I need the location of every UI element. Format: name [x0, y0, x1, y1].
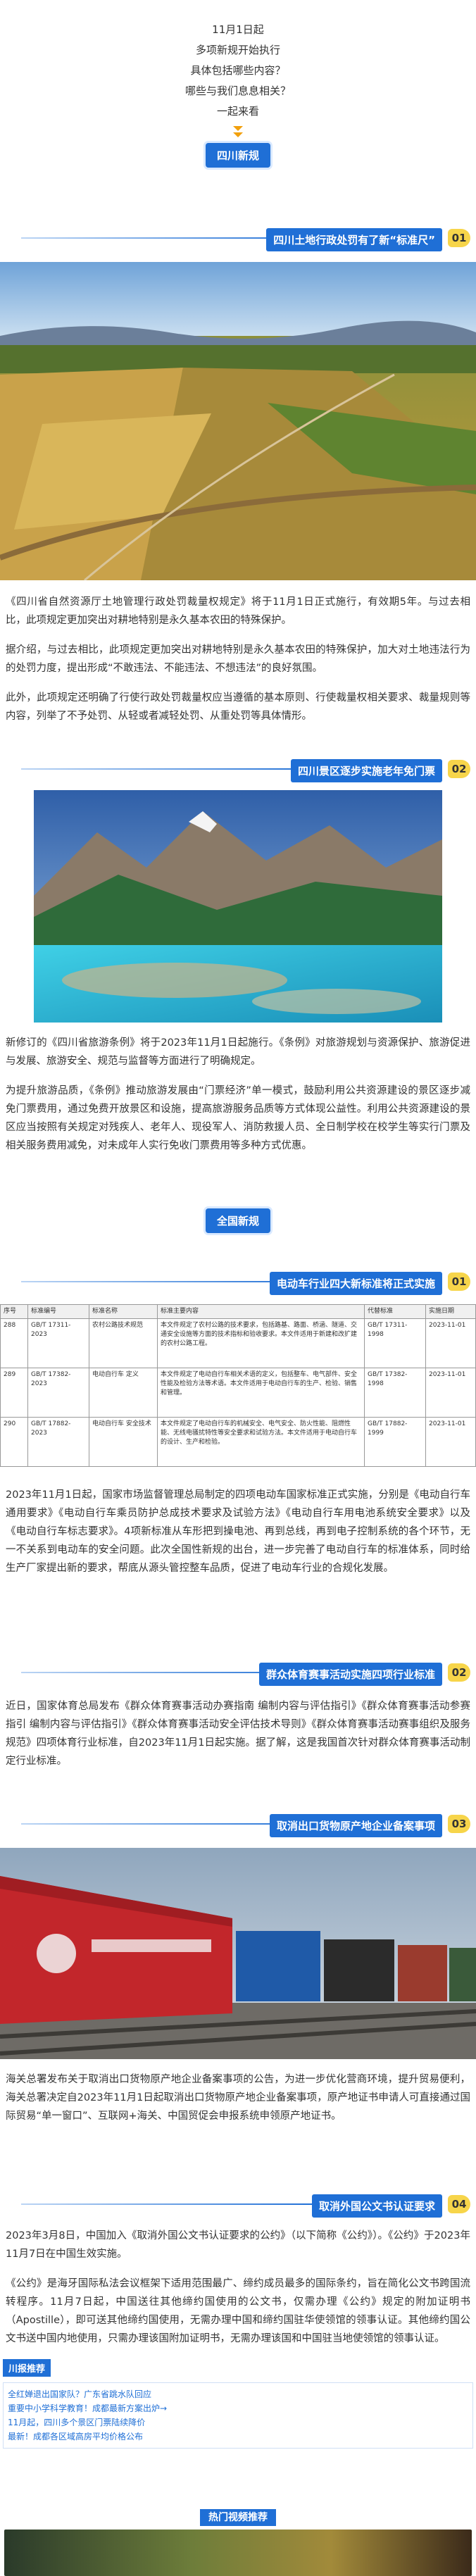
- table-header: 代替标准: [364, 1304, 426, 1319]
- section-header-land: 四川土地行政处罚有了新“标准尺” 01: [0, 224, 476, 252]
- double-chevron-down-icon: [231, 126, 245, 137]
- table-cell: 2023-11-01: [425, 1417, 476, 1467]
- recommend-box: 川报推荐 全红婵退出国家队？广东省跳水队回应 重要中小学科学教育！成都最新方案出…: [0, 2359, 476, 2486]
- video-box: 热门视频推荐: [0, 2507, 476, 2576]
- section-number-badge: 01: [448, 229, 470, 247]
- table-header: 标准主要内容: [157, 1304, 365, 1319]
- video-header: 热门视频推荐: [200, 2509, 276, 2526]
- section-title: 四川景区逐步实施老年免门票: [290, 759, 442, 782]
- intro-line: 11月1日起: [212, 23, 264, 36]
- paragraph: 为提升旅游品质，《条例》推动旅游发展由“门票经济”单一模式，鼓励利用公共资源建设…: [6, 1085, 470, 1151]
- section-header-apostille: 取消外国公文书认证要求 04: [0, 2190, 476, 2218]
- table-row: 290 GB/T 17882-2023 电动自行车 安全技术 本文件规定了电动自…: [0, 1417, 476, 1467]
- section-body: 近日，国家体育总局发布《群众体育赛事活动办赛指南 编制内容与评估指引》《群众体育…: [0, 1697, 476, 1782]
- sichuan-rules-pill: 四川新规: [205, 143, 270, 168]
- paragraph: 海关总署发布关于取消出口货物原产地企业备案事项的公告，为进一步优化营商环境，提升…: [6, 2074, 470, 2122]
- table-cell: 288: [0, 1318, 28, 1368]
- table-header: 标准编号: [27, 1304, 89, 1319]
- recommend-link[interactable]: 11月起，四川多个景区门票陆续降价: [8, 2415, 468, 2430]
- section-body: 2023年11月1日起，国家市场监督管理总局制定的四项电动车国家标准正式实施，分…: [0, 1486, 476, 1589]
- table-cell: 2023-11-01: [425, 1368, 476, 1418]
- section-number-badge: 04: [448, 2195, 470, 2213]
- table-header: 实施日期: [425, 1304, 476, 1319]
- section-body: 新修订的《四川省旅游条例》将于2023年11月1日起施行。《条例》对旅游规划与资…: [0, 1034, 476, 1166]
- section-title: 电动车行业四大新标准将正式实施: [269, 1272, 442, 1295]
- paragraph: 此外，此项规定还明确了行使行政处罚裁量权应当遵循的基本原则、行使裁量权相关要求、…: [6, 692, 470, 722]
- table-cell: 本文件规定了农村公路的技术要求，包括路基、路面、桥涵、隧道、交通安全设施等方面的…: [157, 1318, 365, 1368]
- intro-line: 哪些与我们息息相关？: [184, 85, 291, 97]
- table-cell: 本文件规定了电动自行车的机械安全、电气安全、防火性能、阻燃性能、无线电骚扰特性等…: [157, 1417, 365, 1467]
- table-row: 289 GB/T 17382-2023 电动自行车 定义 本文件规定了电动自行车…: [0, 1368, 476, 1418]
- section-title: 取消出口货物原产地企业备案事项: [269, 1814, 442, 1837]
- section-number-badge: 01: [448, 1273, 470, 1291]
- table-row: 288 GB/T 17311-2023 农村公路技术规范 本文件规定了农村公路的…: [0, 1318, 476, 1368]
- table-cell: 电动自行车 安全技术: [89, 1417, 158, 1467]
- paragraph: 《公约》是海牙国际私法会议框架下适用范围最广、缔约成员最多的国际条约，旨在简化公…: [6, 2278, 470, 2344]
- table-cell: GB/T 17382-1998: [364, 1368, 426, 1418]
- section-header-origin: 取消出口货物原产地企业备案事项 03: [0, 1810, 476, 1838]
- table-cell: GB/T 17882-2023: [27, 1417, 89, 1467]
- recommend-link[interactable]: 全红婵退出国家队？广东省跳水队回应: [8, 2387, 468, 2401]
- table-cell: 290: [0, 1417, 28, 1467]
- recommend-tag: 川报推荐: [3, 2359, 51, 2377]
- paragraph: 2023年3月8日，中国加入《取消外国公文书认证要求的公约》（以下简称《公约》）…: [6, 2230, 470, 2260]
- video-thumbnail[interactable]: [4, 2530, 472, 2576]
- paragraph: 《四川省自然资源厅土地管理行政处罚裁量权规定》将于11月1日正式施行，有效期5年…: [6, 596, 470, 626]
- section-title: 四川土地行政处罚有了新“标准尺”: [266, 228, 442, 251]
- section-title: 取消外国公文书认证要求: [311, 2194, 442, 2218]
- section-header-sports: 群众体育赛事活动实施四项行业标准 02: [0, 1658, 476, 1687]
- recommend-link[interactable]: 重要中小学科学教育！成都最新方案出炉→: [8, 2401, 468, 2415]
- table-cell: GB/T 17882-1999: [364, 1417, 426, 1467]
- standards-table-image: 序号 标准编号 标准名称 标准主要内容 代替标准 实施日期 288 GB/T 1…: [0, 1304, 476, 1477]
- table-header: 标准名称: [89, 1304, 158, 1319]
- section-header-scenic: 四川景区逐步实施老年免门票 02: [0, 755, 476, 783]
- scenic-lake-photo: [34, 790, 442, 1023]
- section-body: 《四川省自然资源厅土地管理行政处罚裁量权规定》将于11月1日正式施行，有效期5年…: [0, 593, 476, 737]
- section-header-ebike: 电动车行业四大新标准将正式实施 01: [0, 1268, 476, 1296]
- table-cell: 本文件规定了电动自行车相关术语的定义，包括整车、电气部件、安全性能及检验方法等术…: [157, 1368, 365, 1418]
- table-cell: 289: [0, 1368, 28, 1418]
- paragraph: 新修订的《四川省旅游条例》将于2023年11月1日起施行。《条例》对旅游规划与资…: [6, 1037, 470, 1067]
- intro-line: 一起来看: [216, 105, 259, 118]
- section-body: 2023年3月8日，中国加入《取消外国公文书认证要求的公约》（以下简称《公约》）…: [0, 2227, 476, 2359]
- section-number-badge: 02: [448, 760, 470, 778]
- table-cell: 电动自行车 定义: [89, 1368, 158, 1418]
- section-body: 海关总署发布关于取消出口货物原产地企业备案事项的公告，为进一步优化营商环境，提升…: [0, 2070, 476, 2137]
- national-rules-pill: 全国新规: [205, 1208, 270, 1233]
- paragraph: 近日，国家体育总局发布《群众体育赛事活动办赛指南 编制内容与评估指引》《群众体育…: [6, 1701, 470, 1767]
- table-cell: 2023-11-01: [425, 1318, 476, 1368]
- paragraph: 据介绍，与过去相比，此项规定更加突出对耕地特别是永久基本农田的特殊保护，加大对土…: [6, 644, 470, 674]
- farmland-photo: [0, 262, 476, 580]
- national-rules-block: 全国新规: [0, 1208, 476, 1233]
- table-cell: GB/T 17311-2023: [27, 1318, 89, 1368]
- freight-train-photo: [0, 1848, 476, 2059]
- recommend-link[interactable]: 最新！成都各区域高房平均价格公布: [8, 2430, 468, 2444]
- table-cell: 农村公路技术规范: [89, 1318, 158, 1368]
- table-header: 序号: [0, 1304, 28, 1319]
- standards-table: 序号 标准编号 标准名称 标准主要内容 代替标准 实施日期 288 GB/T 1…: [0, 1304, 476, 1467]
- intro-line: 多项新规开始执行: [195, 44, 280, 56]
- paragraph: 2023年11月1日起，国家市场监督管理总局制定的四项电动车国家标准正式实施，分…: [6, 1489, 470, 1574]
- table-cell: GB/T 17382-2023: [27, 1368, 89, 1418]
- section-number-badge: 02: [448, 1663, 470, 1682]
- section-title: 群众体育赛事活动实施四项行业标准: [258, 1663, 442, 1686]
- table-cell: GB/T 17311-1998: [364, 1318, 426, 1368]
- intro-block: 11月1日起 多项新规开始执行 具体包括哪些内容？ 哪些与我们息息相关？ 一起来…: [0, 0, 476, 168]
- intro-line: 具体包括哪些内容？: [190, 64, 286, 77]
- section-number-badge: 03: [448, 1815, 470, 1833]
